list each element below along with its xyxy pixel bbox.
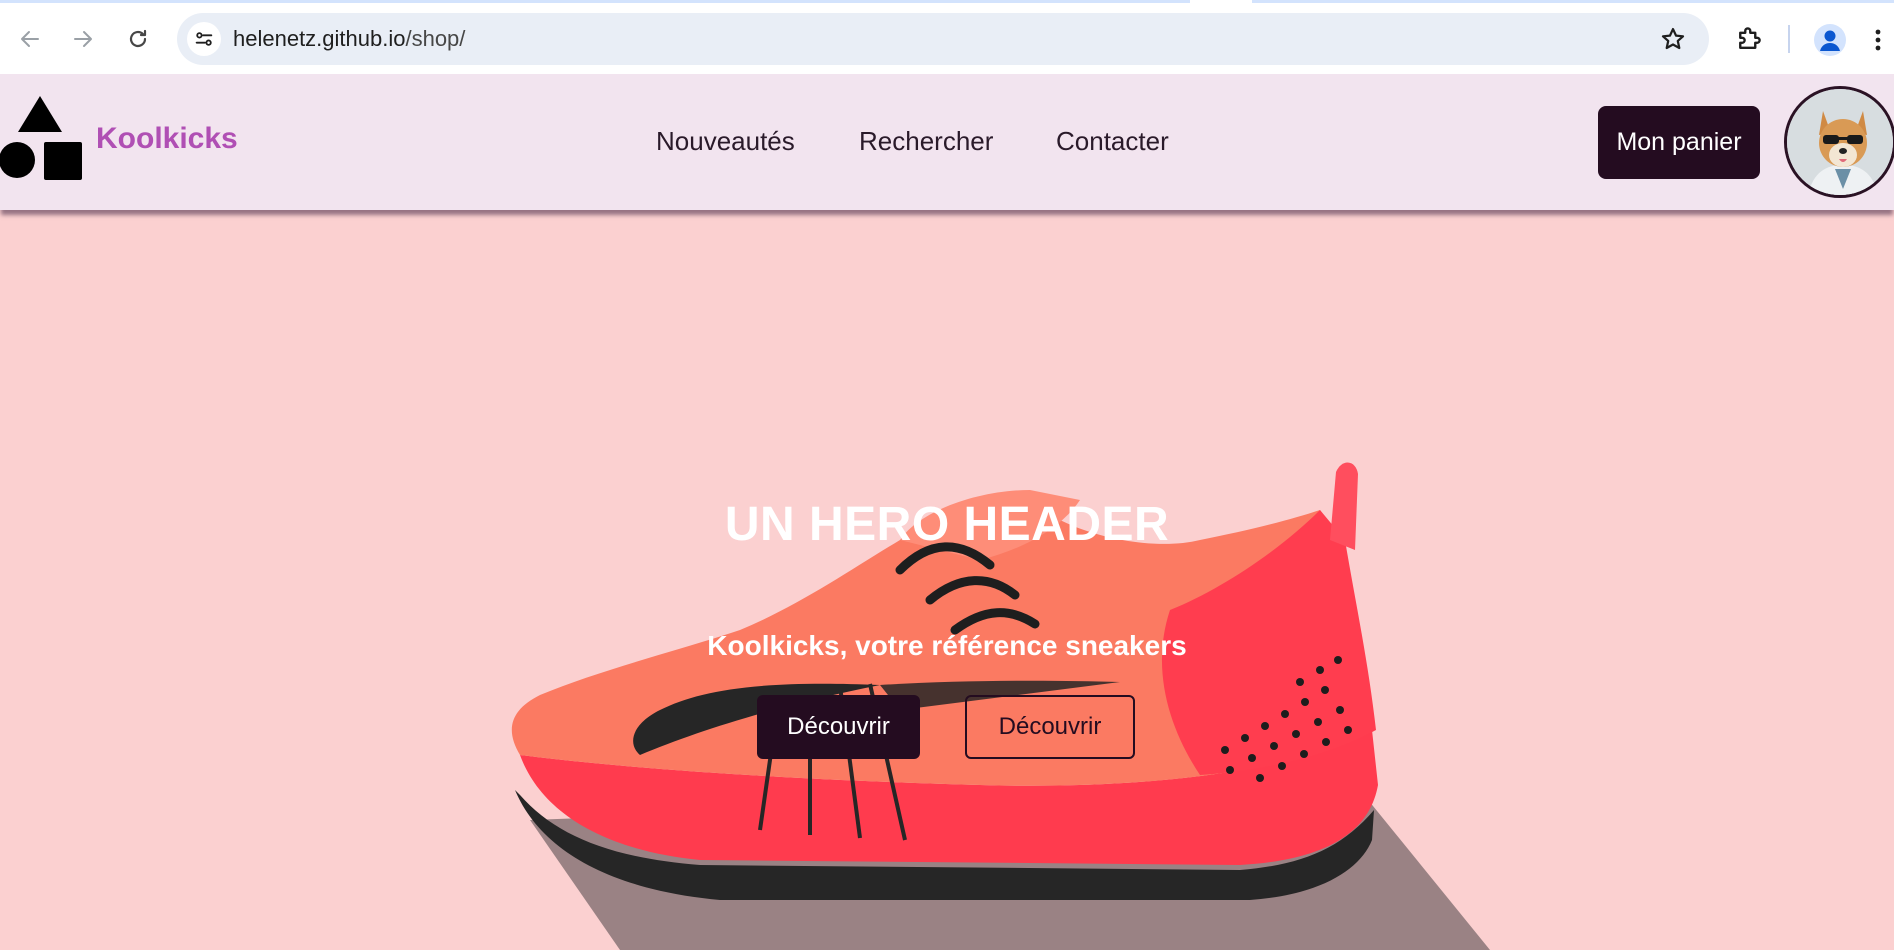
- brand-name[interactable]: Koolkicks: [96, 122, 238, 156]
- nav-contacter[interactable]: Contacter: [1056, 126, 1169, 157]
- site-info-button[interactable]: [187, 22, 221, 56]
- hero-section: UN HERO HEADER Koolkicks, votre référenc…: [0, 210, 1894, 950]
- tab-strip-edge: [1252, 0, 1894, 3]
- profile-button[interactable]: [1814, 24, 1846, 56]
- cart-button[interactable]: Mon panier: [1598, 106, 1760, 179]
- kebab-menu-icon[interactable]: [1872, 24, 1884, 56]
- puzzle-icon[interactable]: [1734, 24, 1764, 54]
- url-text[interactable]: helenetz.github.io/shop/: [233, 26, 465, 52]
- dog-avatar-icon: [1787, 89, 1893, 195]
- reload-icon: [129, 29, 147, 48]
- discover-outline-button[interactable]: Découvrir: [965, 695, 1135, 759]
- browser-toolbar: helenetz.github.io/shop/: [0, 0, 1894, 74]
- url-path: /shop/: [405, 26, 466, 51]
- nav-nouveautes[interactable]: Nouveautés: [656, 126, 795, 157]
- person-icon: [1820, 30, 1840, 51]
- arrow-right-icon: [74, 31, 92, 47]
- nav-rechercher[interactable]: Rechercher: [859, 126, 993, 157]
- sneaker-image: [511, 462, 1490, 950]
- hero-subtitle: Koolkicks, votre référence sneakers: [707, 630, 1187, 661]
- address-bar[interactable]: helenetz.github.io/shop/: [177, 13, 1709, 65]
- url-host: helenetz.github.io: [233, 26, 406, 51]
- discover-primary-button[interactable]: Découvrir: [757, 695, 920, 759]
- forward-button[interactable]: [66, 22, 100, 56]
- hero-title: UN HERO HEADER: [724, 498, 1170, 551]
- reload-button[interactable]: [121, 22, 155, 56]
- tune-icon: [195, 32, 213, 46]
- site-header: Koolkicks Nouveautés Rechercher Contacte…: [0, 74, 1894, 210]
- arrow-left-icon: [21, 31, 39, 47]
- user-avatar[interactable]: [1784, 86, 1894, 198]
- toolbar-separator: [1788, 25, 1790, 53]
- shapes-logo-icon[interactable]: [0, 96, 84, 180]
- tab-strip-edge: [0, 0, 1190, 3]
- back-button[interactable]: [13, 22, 47, 56]
- star-icon[interactable]: [1659, 25, 1687, 53]
